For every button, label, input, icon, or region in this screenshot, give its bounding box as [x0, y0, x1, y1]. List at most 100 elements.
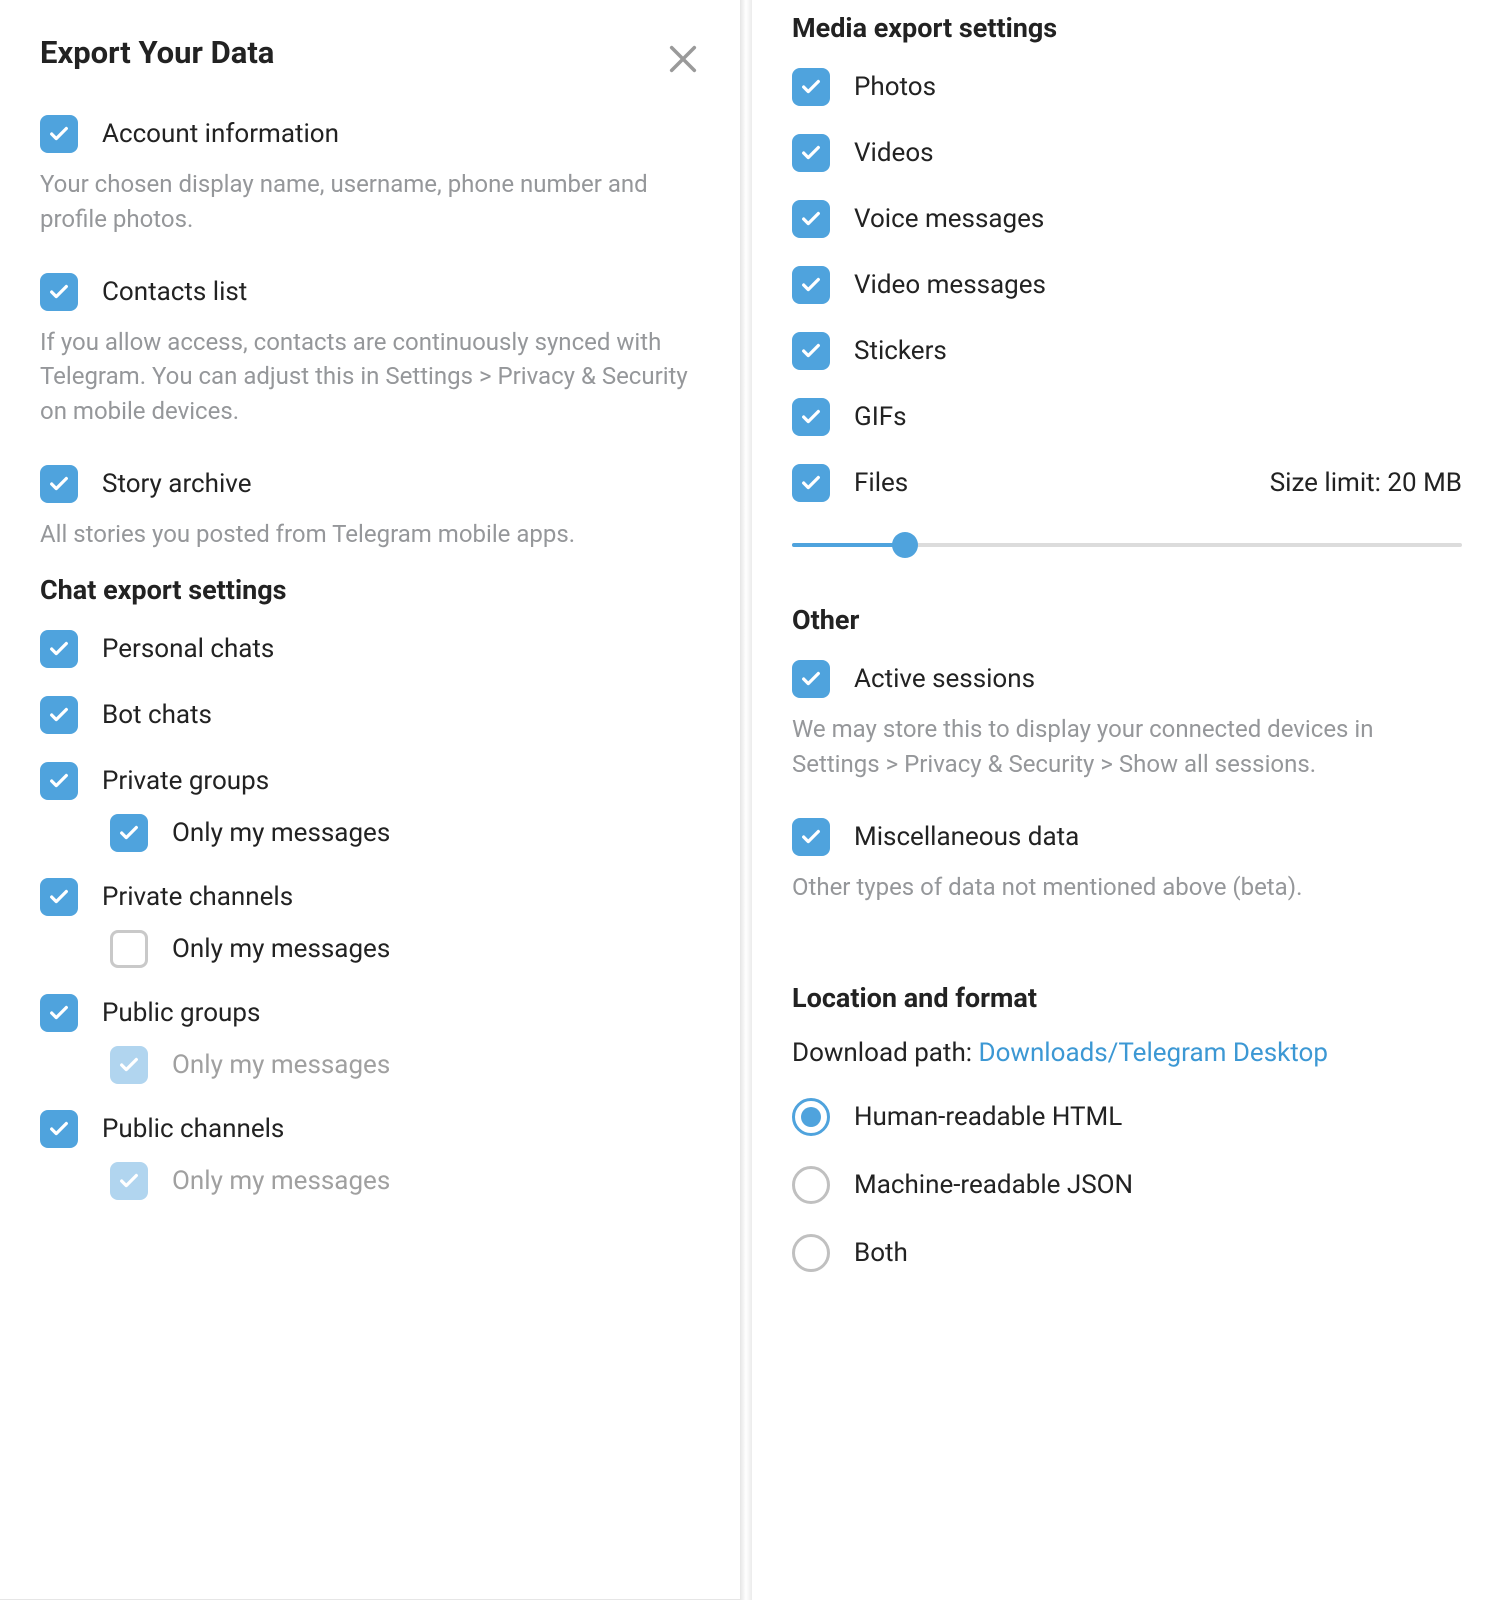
- download-path-label: Download path:: [792, 1038, 979, 1068]
- private-channels-only-checkbox[interactable]: [110, 930, 148, 968]
- check-icon: [48, 281, 70, 303]
- photos-label[interactable]: Photos: [854, 72, 936, 102]
- personal-chats-label[interactable]: Personal chats: [102, 634, 274, 664]
- sessions-checkbox[interactable]: [792, 660, 830, 698]
- private-groups-label[interactable]: Private groups: [102, 766, 269, 796]
- format-both-radio[interactable]: [792, 1234, 830, 1272]
- story-label[interactable]: Story archive: [102, 469, 252, 499]
- voice-checkbox[interactable]: [792, 200, 830, 238]
- check-icon: [48, 886, 70, 908]
- video-msgs-checkbox[interactable]: [792, 266, 830, 304]
- format-html-radio[interactable]: [792, 1098, 830, 1136]
- personal-chats-checkbox[interactable]: [40, 630, 78, 668]
- other-heading: Other: [792, 604, 1462, 636]
- public-groups-label[interactable]: Public groups: [102, 998, 260, 1028]
- size-limit-slider[interactable]: [792, 530, 1462, 560]
- account-info-checkbox[interactable]: [40, 115, 78, 153]
- gifs-row[interactable]: GIFs: [792, 398, 1462, 436]
- bot-chats-label[interactable]: Bot chats: [102, 700, 212, 730]
- format-json-label[interactable]: Machine-readable JSON: [854, 1170, 1133, 1200]
- story-row[interactable]: Story archive: [40, 465, 700, 503]
- slider-fill: [792, 543, 904, 547]
- check-icon: [800, 208, 822, 230]
- stickers-checkbox[interactable]: [792, 332, 830, 370]
- stickers-row[interactable]: Stickers: [792, 332, 1462, 370]
- contacts-row[interactable]: Contacts list: [40, 273, 700, 311]
- public-channels-row[interactable]: Public channels: [40, 1110, 700, 1148]
- check-icon: [800, 142, 822, 164]
- left-panel: Export Your Data Account information You…: [0, 0, 740, 1600]
- account-info-label[interactable]: Account information: [102, 119, 339, 149]
- right-panel: Media export settings Photos Videos Voic…: [752, 0, 1502, 1600]
- format-html-label[interactable]: Human-readable HTML: [854, 1102, 1122, 1132]
- format-html-row[interactable]: Human-readable HTML: [792, 1098, 1462, 1136]
- public-groups-only-row: Only my messages: [110, 1046, 700, 1084]
- private-groups-checkbox[interactable]: [40, 762, 78, 800]
- videos-row[interactable]: Videos: [792, 134, 1462, 172]
- download-path-link[interactable]: Downloads/Telegram Desktop: [979, 1038, 1328, 1068]
- close-button[interactable]: [666, 42, 700, 76]
- gifs-checkbox[interactable]: [792, 398, 830, 436]
- private-channels-only-label[interactable]: Only my messages: [172, 934, 390, 964]
- panel-divider: [740, 0, 752, 1600]
- gifs-label[interactable]: GIFs: [854, 402, 907, 432]
- close-icon: [666, 42, 700, 76]
- format-both-row[interactable]: Both: [792, 1234, 1462, 1272]
- files-row[interactable]: Files Size limit: 20 MB: [792, 464, 1462, 502]
- media-settings-heading: Media export settings: [792, 12, 1462, 44]
- private-channels-label[interactable]: Private channels: [102, 882, 293, 912]
- sessions-label[interactable]: Active sessions: [854, 664, 1035, 694]
- private-groups-only-checkbox[interactable]: [110, 814, 148, 852]
- sessions-row[interactable]: Active sessions: [792, 660, 1462, 698]
- files-checkbox[interactable]: [792, 464, 830, 502]
- public-groups-checkbox[interactable]: [40, 994, 78, 1032]
- private-groups-only-label[interactable]: Only my messages: [172, 818, 390, 848]
- misc-desc: Other types of data not mentioned above …: [792, 870, 1462, 905]
- contacts-checkbox[interactable]: [40, 273, 78, 311]
- check-icon: [800, 406, 822, 428]
- story-desc: All stories you posted from Telegram mob…: [40, 517, 700, 552]
- video-msgs-label[interactable]: Video messages: [854, 270, 1046, 300]
- private-groups-row[interactable]: Private groups: [40, 762, 700, 800]
- format-both-label[interactable]: Both: [854, 1238, 908, 1268]
- files-size-limit: Size limit: 20 MB: [1270, 468, 1462, 498]
- check-icon: [800, 340, 822, 362]
- videos-label[interactable]: Videos: [854, 138, 934, 168]
- photos-row[interactable]: Photos: [792, 68, 1462, 106]
- story-checkbox[interactable]: [40, 465, 78, 503]
- private-channels-checkbox[interactable]: [40, 878, 78, 916]
- voice-row[interactable]: Voice messages: [792, 200, 1462, 238]
- bot-chats-row[interactable]: Bot chats: [40, 696, 700, 734]
- check-icon: [800, 76, 822, 98]
- contacts-desc: If you allow access, contacts are contin…: [40, 325, 700, 429]
- stickers-label[interactable]: Stickers: [854, 336, 947, 366]
- private-groups-only-row[interactable]: Only my messages: [110, 814, 700, 852]
- public-channels-only-row: Only my messages: [110, 1162, 700, 1200]
- contacts-label[interactable]: Contacts list: [102, 277, 247, 307]
- public-groups-only-checkbox: [110, 1046, 148, 1084]
- voice-label[interactable]: Voice messages: [854, 204, 1044, 234]
- misc-label[interactable]: Miscellaneous data: [854, 822, 1079, 852]
- check-icon: [118, 822, 140, 844]
- bot-chats-checkbox[interactable]: [40, 696, 78, 734]
- slider-thumb[interactable]: [892, 532, 918, 558]
- personal-chats-row[interactable]: Personal chats: [40, 630, 700, 668]
- check-icon: [800, 668, 822, 690]
- private-channels-row[interactable]: Private channels: [40, 878, 700, 916]
- photos-checkbox[interactable]: [792, 68, 830, 106]
- public-channels-label[interactable]: Public channels: [102, 1114, 284, 1144]
- misc-checkbox[interactable]: [792, 818, 830, 856]
- videos-checkbox[interactable]: [792, 134, 830, 172]
- misc-row[interactable]: Miscellaneous data: [792, 818, 1462, 856]
- download-path-row: Download path: Downloads/Telegram Deskto…: [792, 1038, 1462, 1068]
- private-channels-only-row[interactable]: Only my messages: [110, 930, 700, 968]
- account-info-row[interactable]: Account information: [40, 115, 700, 153]
- public-channels-checkbox[interactable]: [40, 1110, 78, 1148]
- check-icon: [800, 826, 822, 848]
- format-json-row[interactable]: Machine-readable JSON: [792, 1166, 1462, 1204]
- files-label[interactable]: Files: [854, 468, 908, 498]
- video-msgs-row[interactable]: Video messages: [792, 266, 1462, 304]
- format-json-radio[interactable]: [792, 1166, 830, 1204]
- chat-settings-heading: Chat export settings: [40, 574, 700, 606]
- public-groups-row[interactable]: Public groups: [40, 994, 700, 1032]
